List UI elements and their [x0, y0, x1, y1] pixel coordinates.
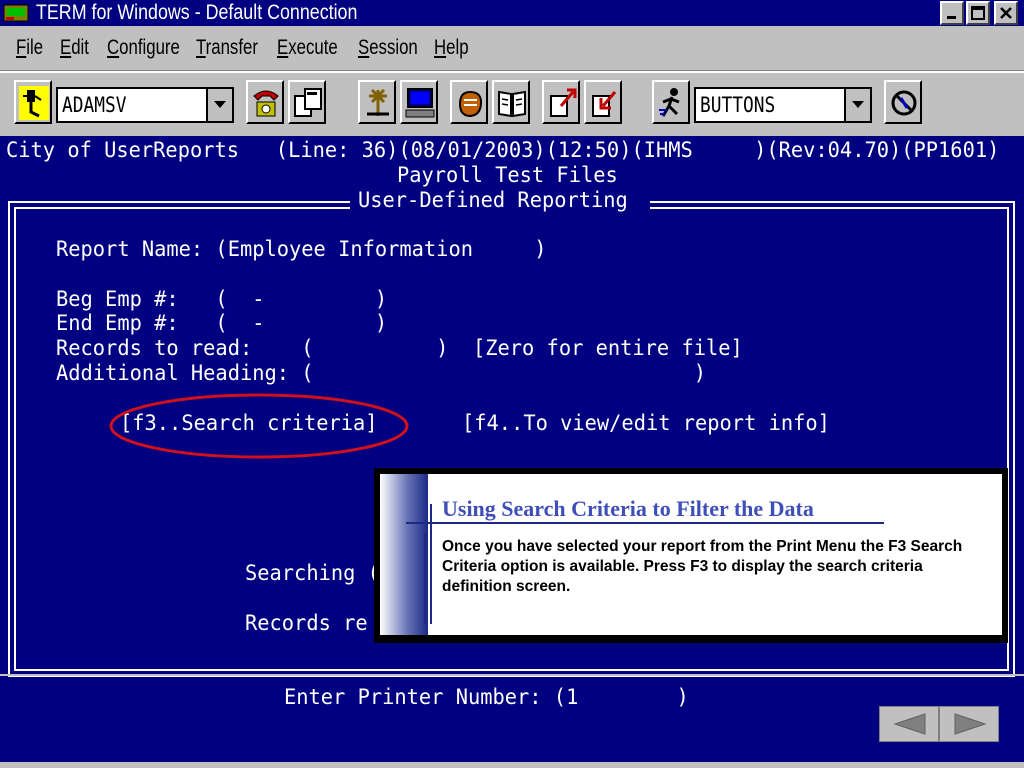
additional-heading-field[interactable]: Additional Heading: ( )	[56, 361, 706, 385]
pages-icon	[294, 88, 322, 117]
separator-line	[0, 674, 1024, 676]
connection-value: ADAMSV	[62, 93, 127, 117]
receive-file-icon	[592, 91, 617, 117]
chevron-down-icon	[852, 101, 864, 108]
status-bar	[0, 762, 1024, 768]
beg-emp-field[interactable]: Beg Emp #: ( - )	[56, 287, 387, 311]
records-read-status: Records re	[245, 611, 368, 635]
close-icon	[1000, 7, 1012, 19]
send-button[interactable]	[542, 80, 580, 124]
connect-button[interactable]	[14, 80, 52, 124]
antenna-icon	[367, 88, 389, 116]
maximize-icon	[971, 6, 985, 20]
search-criteria-callout: Using Search Criteria to Filter the Data…	[374, 468, 1008, 643]
connection-dropdown-button[interactable]	[206, 89, 232, 121]
window-title: TERM for Windows - Default Connection	[36, 1, 358, 24]
minimize-button[interactable]	[940, 1, 964, 25]
toolbar: ADAMSV BUTTONS	[0, 71, 1024, 136]
capture-button[interactable]	[450, 80, 488, 124]
end-emp-field[interactable]: End Emp #: ( - )	[56, 311, 387, 335]
menu-session[interactable]: Session	[358, 36, 418, 60]
callout-body: Once you have selected your report from …	[442, 538, 963, 595]
records-to-read-field[interactable]: Records to read: ( ) [Zero for entire fi…	[56, 336, 743, 360]
menu-transfer[interactable]: Transfer	[196, 36, 258, 60]
highlight-ellipse	[109, 393, 409, 459]
buttons-select[interactable]: BUTTONS	[694, 87, 872, 123]
previous-button[interactable]	[879, 706, 939, 742]
send-file-icon	[550, 88, 577, 117]
running-man-icon	[659, 88, 680, 117]
printer-number-field[interactable]: Enter Printer Number: (1 )	[284, 685, 689, 709]
plug-icon	[19, 86, 49, 120]
receive-button[interactable]	[584, 80, 622, 124]
computer-icon	[405, 88, 435, 118]
close-button[interactable]	[994, 1, 1018, 25]
buttons-value: BUTTONS	[700, 93, 776, 117]
term-app-icon[interactable]	[2, 3, 34, 23]
book-icon	[498, 90, 526, 118]
f4-view-edit-option[interactable]: [f4..To view/edit report info]	[462, 411, 830, 435]
arrow-left-icon	[893, 713, 926, 735]
maximize-button[interactable]	[966, 1, 990, 25]
arrow-right-icon	[954, 713, 987, 735]
terminal-button[interactable]	[400, 80, 438, 124]
run-script-button[interactable]	[652, 80, 690, 124]
frame-title: User-Defined Reporting	[358, 188, 628, 212]
terminal-screen[interactable]: City of UserReports (Line: 36)(08/01/200…	[0, 136, 1024, 764]
chevron-down-icon	[214, 101, 226, 108]
minimize-icon	[947, 16, 956, 19]
no-entry-icon	[891, 90, 917, 116]
searching-status: Searching (	[245, 561, 380, 585]
callout-heading: Using Search Criteria to Filter the Data	[442, 496, 814, 521]
menu-bar: File Edit Configure Transfer Execute Ses…	[0, 26, 1024, 71]
buttons-dropdown-button[interactable]	[844, 89, 870, 121]
hand-icon	[458, 90, 483, 118]
telephone-icon	[253, 90, 279, 117]
disconnect-button[interactable]	[884, 80, 922, 124]
menu-configure[interactable]: Configure	[107, 36, 180, 60]
callout-vertical-rule-secondary	[424, 534, 426, 624]
callout-panel: Using Search Criteria to Filter the Data…	[379, 473, 1003, 636]
callout-horizontal-rule	[406, 522, 884, 524]
next-button[interactable]	[939, 706, 999, 742]
copy-screen-button[interactable]	[288, 80, 326, 124]
menu-execute[interactable]: Execute	[277, 36, 338, 60]
menu-help[interactable]: Help	[434, 36, 469, 60]
callout-gradient-stripe	[380, 474, 428, 635]
subtitle: Payroll Test Files	[397, 163, 618, 187]
menu-edit[interactable]: Edit	[60, 36, 89, 60]
menu-file[interactable]: File	[16, 36, 43, 60]
connection-select[interactable]: ADAMSV	[56, 87, 234, 123]
report-name-field[interactable]: Report Name: (Employee Information )	[56, 237, 547, 261]
status-line: City of UserReports (Line: 36)(08/01/200…	[6, 138, 1000, 162]
book-button[interactable]	[492, 80, 530, 124]
network-button[interactable]	[358, 80, 396, 124]
phone-button[interactable]	[246, 80, 284, 124]
title-bar: TERM for Windows - Default Connection	[0, 0, 1024, 26]
